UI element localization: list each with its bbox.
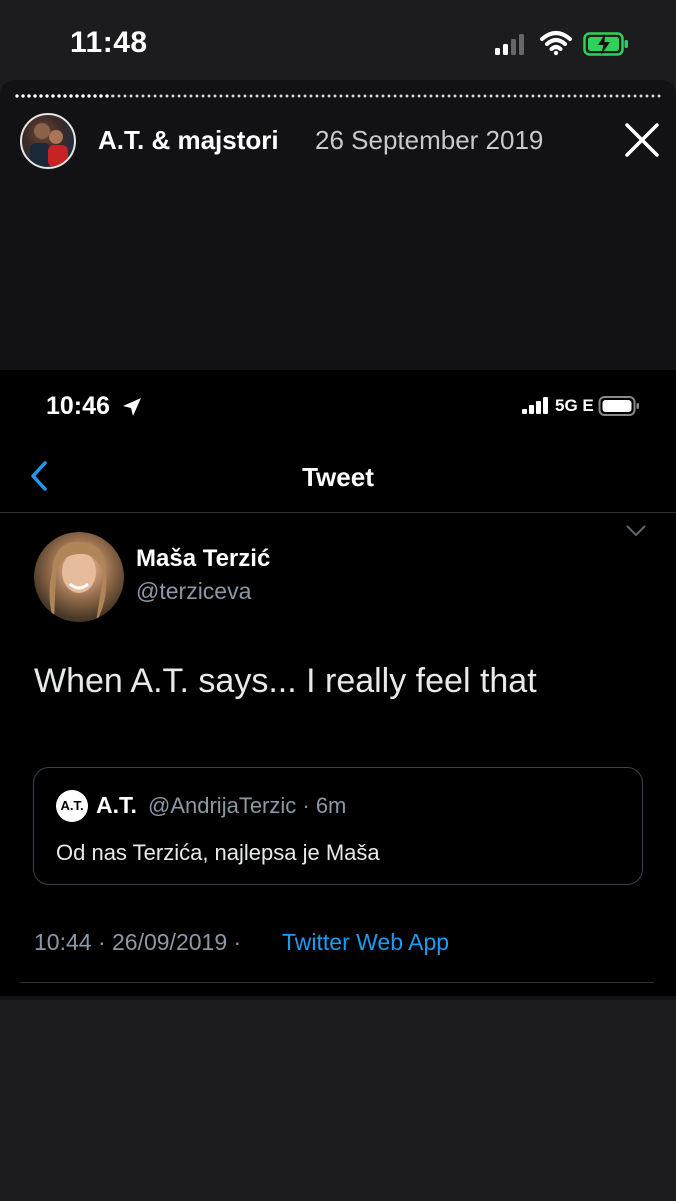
cellular-signal-icon [495, 34, 524, 55]
quoted-author-name: A.T. [96, 792, 137, 818]
story-progress-segment [14, 94, 112, 98]
tweet-text: When A.T. says... I really feel that [34, 662, 537, 700]
story-author-name[interactable]: A.T. & majstori [98, 125, 279, 156]
quoted-author-meta: @AndrijaTerzic · 6m [148, 793, 347, 818]
chevron-down-icon[interactable] [625, 524, 647, 538]
tweet-source-link[interactable]: Twitter Web App [282, 929, 449, 956]
avatar-photo-icon [30, 123, 68, 167]
status-time: 11:48 [70, 26, 148, 59]
content-divider [20, 982, 654, 983]
story-author-avatar[interactable] [20, 113, 76, 169]
inner-cellular-signal-icon [522, 397, 548, 414]
avatar-photo-icon [49, 541, 107, 622]
quoted-tweet-card[interactable] [33, 767, 643, 885]
battery-charging-icon [583, 32, 628, 56]
page-title: Tweet [302, 462, 374, 492]
wifi-icon [540, 31, 572, 56]
tweet-author-name[interactable]: Maša Terzić [136, 545, 270, 573]
story-date: 26 September 2019 [315, 125, 544, 155]
quoted-tweet-text: Od nas Terzića, najlepsa je Maša [56, 840, 380, 865]
tweet-author-avatar[interactable] [34, 532, 124, 622]
header-divider [0, 512, 676, 513]
location-arrow-icon [123, 398, 141, 416]
network-type: 5G E [555, 396, 594, 415]
tweet-timestamp: 10:44 · 26/09/2019 · [34, 929, 242, 955]
inner-status-time: 10:46 [46, 392, 110, 420]
tweet-author-handle[interactable]: @terziceva [136, 578, 251, 605]
close-icon[interactable] [622, 120, 662, 160]
quoted-author-avatar: A.T. [56, 790, 88, 822]
inner-battery-icon [598, 396, 639, 416]
